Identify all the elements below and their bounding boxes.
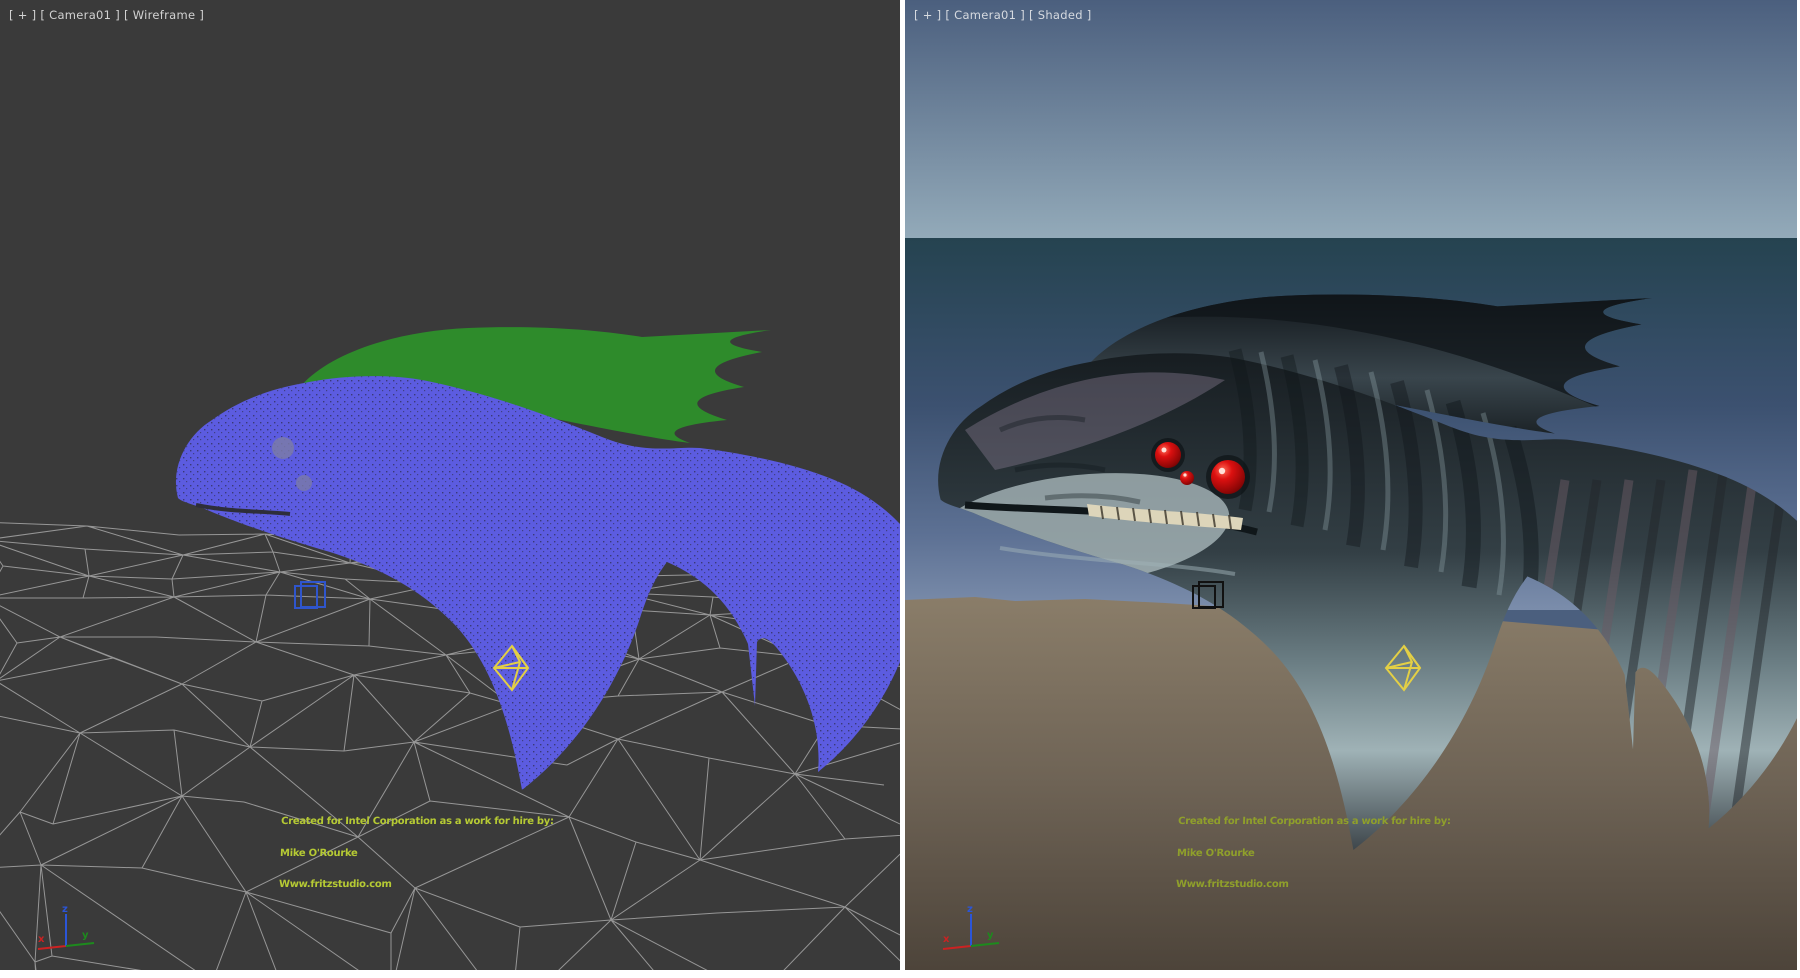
viewport-label-shaded[interactable]: [ + ] [ Camera01 ] [ Shaded ] bbox=[914, 8, 1092, 22]
watermark-line3: Www.fritzstudio.com bbox=[279, 880, 552, 891]
watermark-line1: Created for Intel Corporation as a work … bbox=[281, 817, 554, 828]
eye-left bbox=[1155, 442, 1181, 468]
watermark-credit: Created for Intel Corporation as a work … bbox=[1175, 796, 1452, 912]
watermark-line2: Mike O'Rourke bbox=[280, 849, 553, 860]
sky bbox=[905, 0, 1797, 238]
fish-eye-spot-2 bbox=[296, 475, 312, 491]
viewport-label-wireframe[interactable]: [ + ] [ Camera01 ] [ Wireframe ] bbox=[9, 8, 204, 22]
fish-model-wireframe[interactable] bbox=[176, 327, 900, 790]
axis-z-label: z bbox=[967, 904, 973, 915]
fish-eye-spot-1 bbox=[272, 437, 294, 459]
axis-x-label: x bbox=[38, 934, 45, 945]
axis-tripod: x z y bbox=[36, 902, 106, 958]
eye-middle bbox=[1180, 471, 1194, 485]
axis-y-label: y bbox=[987, 930, 994, 941]
application-window: [ + ] [ Camera01 ] [ Wireframe ] Created… bbox=[0, 0, 1800, 978]
watermark-line1: Created for Intel Corporation as a work … bbox=[1178, 817, 1451, 828]
axis-z-label: z bbox=[62, 904, 68, 915]
axis-y-label: y bbox=[82, 930, 89, 941]
eye-right bbox=[1211, 460, 1245, 494]
watermark-line2: Mike O'Rourke bbox=[1177, 849, 1450, 860]
viewport-wireframe[interactable]: [ + ] [ Camera01 ] [ Wireframe ] Created… bbox=[0, 0, 900, 970]
viewport-shaded[interactable]: [ + ] [ Camera01 ] [ Shaded ] Created fo… bbox=[905, 0, 1797, 970]
axis-tripod: x z y bbox=[941, 902, 1011, 958]
selection-box-gizmo[interactable] bbox=[295, 582, 325, 608]
watermark-credit: Created for Intel Corporation as a work … bbox=[278, 796, 555, 912]
watermark-line3: Www.fritzstudio.com bbox=[1176, 880, 1449, 891]
axis-x-label: x bbox=[943, 934, 950, 945]
